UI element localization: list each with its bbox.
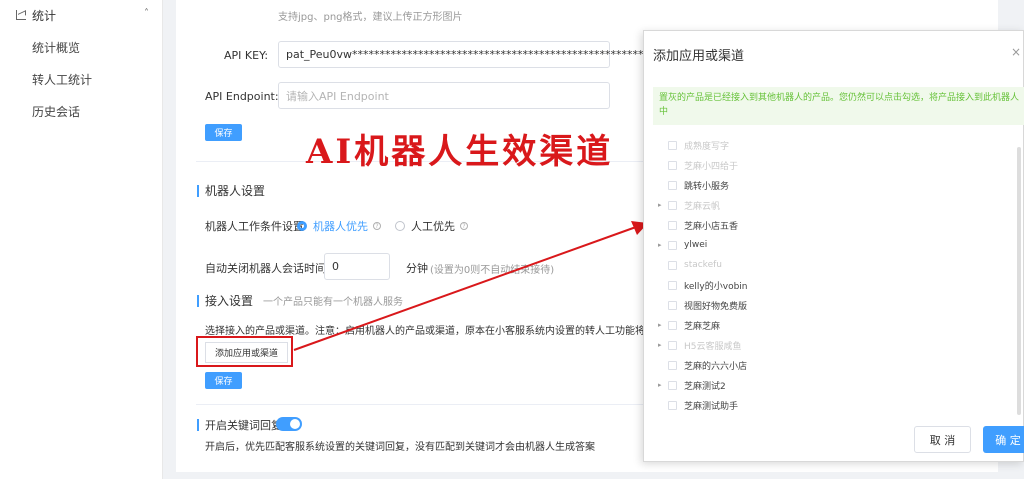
checkbox[interactable]	[668, 380, 677, 390]
scrollbar[interactable]	[1017, 147, 1021, 415]
sidebar-item-stats-overview[interactable]: 统计概览	[32, 39, 80, 56]
tree-node-label: 芝麻小店五香	[684, 221, 739, 232]
chevron-up-icon: ˄	[144, 8, 149, 19]
cancel-button[interactable]: 取 消	[914, 426, 971, 453]
api-endpoint-label: API Endpoint:	[205, 90, 279, 103]
tree-node-label: 成熟度写字	[684, 141, 730, 152]
dialog-title: 添加应用或渠道	[653, 49, 745, 64]
tree-node[interactable]: 成熟度写字	[658, 138, 729, 152]
tree-node-label: stackefu	[684, 260, 722, 270]
caret-right-icon[interactable]: ▸	[658, 241, 666, 249]
tree-node[interactable]: ▸ 芝麻芝麻	[658, 318, 720, 332]
tree-node[interactable]: kelly的小vobin	[658, 278, 748, 292]
tree-node-label: 芝麻的六六小店	[684, 361, 748, 372]
tree-node[interactable]: 视图好物免费版	[658, 298, 747, 312]
section-accent-bar	[197, 184, 199, 197]
sidebar-group-label: 统计	[32, 8, 57, 23]
robot-settings-title-text: 机器人设置	[205, 184, 266, 198]
add-channel-dialog: 添加应用或渠道 × 置灰的产品是已经接入到其他机器人的产品。您仍然可以点击勾选，…	[643, 30, 1024, 462]
tree-node[interactable]: ▸ H5云客服咸鱼	[658, 338, 742, 352]
checkbox[interactable]	[668, 140, 677, 150]
api-endpoint-input[interactable]: 请输入API Endpoint	[278, 82, 610, 109]
dialog-alert: 置灰的产品是已经接入到其他机器人的产品。您仍然可以点击勾选，将产品接入到此机器人…	[653, 87, 1024, 125]
checkbox[interactable]	[668, 300, 677, 310]
tree-node-label: 芝麻测试助手	[684, 401, 739, 412]
tree-node-label: ylwei	[684, 240, 708, 250]
arrow-line	[293, 226, 637, 351]
tree-node[interactable]: 芝麻的六六小店	[658, 358, 747, 372]
tree-node[interactable]: 芝麻小四给于	[658, 158, 738, 172]
caret-right-icon[interactable]: ▸	[658, 341, 666, 349]
highlight-box	[196, 336, 293, 367]
keyword-reply-desc: 开启后，优先匹配客服系统设置的关键词回复，没有匹配到关键词才会由机器人生成答案	[205, 442, 595, 453]
annotation-arrow	[293, 221, 648, 351]
checkbox[interactable]	[668, 320, 677, 330]
checkbox[interactable]	[668, 240, 677, 250]
tree-node-label: 跳转小服务	[684, 181, 730, 192]
checkbox[interactable]	[668, 340, 677, 350]
upload-hint: 支持jpg、png格式，建议上传正方形图片	[278, 12, 463, 23]
tree-node[interactable]: 芝麻测试助手	[658, 398, 738, 412]
tree-node[interactable]: ▸ ylwei	[658, 238, 707, 252]
checkbox[interactable]	[668, 180, 677, 190]
save-button-access[interactable]: 保存	[205, 372, 242, 389]
keyword-reply-title: 开启关键词回复	[197, 417, 282, 433]
save-button-api[interactable]: 保存	[205, 124, 242, 141]
tree-node-label: H5云客服咸鱼	[684, 341, 742, 352]
tree-node-label: 视图好物免费版	[684, 301, 748, 312]
checkbox[interactable]	[668, 280, 677, 290]
confirm-button[interactable]: 确 定	[983, 426, 1024, 453]
caret-right-icon[interactable]: ▸	[658, 381, 666, 389]
checkbox[interactable]	[668, 360, 677, 370]
api-key-input[interactable]: pat_Peu0vw******************************…	[278, 41, 712, 68]
tree-node-label: 芝麻小四给于	[684, 161, 739, 172]
tree-node-label: kelly的小vobin	[684, 281, 748, 292]
section-accent-bar	[197, 419, 199, 431]
api-key-label: API KEY:	[224, 49, 269, 62]
tree-node[interactable]: ▸ 芝麻云帆	[658, 198, 720, 212]
section-accent-bar	[197, 294, 199, 307]
access-settings-title-text: 接入设置	[205, 294, 254, 308]
tree-node-label: 芝麻芝麻	[684, 321, 721, 332]
checkbox[interactable]	[668, 220, 677, 230]
tree-node[interactable]: 跳转小服务	[658, 178, 729, 192]
sidebar: 统计 ˄ 统计概览 转人工统计 历史会话	[0, 0, 163, 479]
keyword-reply-toggle[interactable]	[276, 417, 302, 431]
checkbox[interactable]	[668, 260, 677, 270]
tree-node-label: 芝麻云帆	[684, 201, 721, 212]
tree-node[interactable]: 芝麻小店五香	[658, 218, 738, 232]
tree-node-label: 芝麻测试2	[684, 381, 726, 392]
sidebar-item-transfer-stats[interactable]: 转人工统计	[32, 71, 92, 88]
channel-tree: 成熟度写字芝麻小四给于 跳转小服务 ▸ 芝麻云帆芝麻小店五香 ▸ ylwei stackef…	[644, 134, 1016, 429]
sidebar-item-history-chat[interactable]: 历史会话	[32, 103, 80, 120]
tree-node[interactable]: ▸ 芝麻测试2	[658, 378, 726, 392]
chart-icon	[16, 10, 26, 20]
sidebar-group-stats[interactable]: 统计 ˄	[0, 0, 163, 30]
keyword-reply-title-text: 开启关键词回复	[205, 419, 282, 432]
checkbox[interactable]	[668, 400, 677, 410]
caret-right-icon[interactable]: ▸	[658, 201, 666, 209]
tree-node[interactable]: stackefu	[658, 258, 722, 272]
close-icon[interactable]: ×	[1011, 45, 1021, 59]
robot-settings-title: 机器人设置	[197, 182, 265, 199]
checkbox[interactable]	[668, 200, 677, 210]
caret-right-icon[interactable]: ▸	[658, 321, 666, 329]
checkbox[interactable]	[668, 160, 677, 170]
annotation-text: AI机器人生效渠道	[306, 132, 614, 172]
divider	[196, 404, 646, 405]
